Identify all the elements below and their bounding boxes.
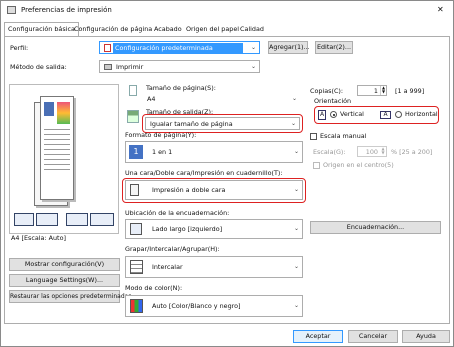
scale-input: 100 ▲ ▼ — [357, 146, 387, 157]
output-method-value: Imprimir — [116, 63, 144, 71]
page-layout-icon: 1 — [129, 145, 143, 159]
staple-select[interactable]: Intercalar ⌄ — [125, 256, 303, 278]
color-mode-value: Auto [Color/Blanco y negro] — [152, 302, 241, 310]
chevron-down-icon: ⌄ — [291, 95, 297, 102]
title-bar: Preferencias de impresión ✕ — [1, 1, 453, 21]
profile-value: Configuración predeterminada — [115, 44, 213, 52]
page-layout-select[interactable]: 1 1 en 1 ⌄ — [125, 141, 303, 163]
help-button[interactable]: Ayuda — [402, 330, 450, 343]
page-size-icon — [129, 85, 137, 96]
tab-bar: Configuración básica Configuración de pá… — [4, 22, 450, 37]
staple-value: Intercalar — [152, 263, 183, 271]
printer-output-icon — [104, 64, 112, 70]
duplex-label: Una cara/Doble cara/Impresión en cuadern… — [125, 169, 283, 177]
spinner-arrows-icon[interactable]: ▲ ▼ — [380, 86, 386, 95]
profile-label: Perfil: — [10, 44, 29, 52]
page-layout-label: Formato de página(Y): — [125, 131, 197, 139]
scale-value: 100 — [365, 148, 378, 156]
center-origin-label: Origen en el centro(5) — [323, 161, 394, 169]
add-profile-button[interactable]: Agregar(1)... — [268, 41, 310, 54]
chevron-down-icon: ⌄ — [293, 302, 299, 309]
layout-booklet-icon[interactable] — [66, 213, 88, 226]
page-layout-value: 1 en 1 — [152, 148, 173, 156]
ok-button[interactable]: Aceptar — [293, 330, 343, 343]
copies-range: [1 a 999] — [395, 87, 425, 95]
tab-paper-source[interactable]: Origen del papel — [182, 22, 243, 36]
orientation-label: Orientación — [314, 97, 352, 105]
preview-image-block — [44, 102, 54, 116]
preview-image-block — [57, 102, 70, 124]
center-origin-checkbox — [313, 162, 320, 169]
scale-range: % [25 a 200] — [391, 148, 433, 156]
layout-portrait-icon[interactable] — [14, 213, 34, 226]
close-icon[interactable]: ✕ — [437, 5, 444, 15]
chevron-down-icon: ⌄ — [293, 148, 299, 155]
page-size-select[interactable]: A4 ⌄ — [145, 93, 300, 106]
output-method-select[interactable]: Imprimir ⌄ — [99, 60, 260, 73]
profile-icon — [104, 44, 111, 52]
color-mode-select[interactable]: Auto [Color/Blanco y negro] ⌄ — [125, 295, 303, 317]
layout-bound-icon[interactable] — [90, 213, 114, 226]
chevron-down-icon: ⌄ — [250, 63, 256, 70]
collate-icon — [130, 260, 143, 274]
profile-select[interactable]: Configuración predeterminada ⌄ — [99, 41, 260, 54]
edit-profile-button[interactable]: Editar(2)... — [315, 41, 353, 54]
page-preview-sheet-back — [40, 96, 74, 200]
binding-select[interactable]: Lado largo [izquierdo] ⌄ — [125, 219, 303, 239]
staple-label: Grapar/Intercalar/Agrupar(H): — [125, 245, 220, 253]
binding-button[interactable]: Encuadernación... — [310, 221, 441, 234]
tab-finishing[interactable]: Acabado — [150, 22, 186, 36]
color-mode-label: Modo de color(N): — [125, 284, 183, 292]
spinner-arrows-icon: ▲ ▼ — [381, 146, 385, 155]
copies-value: 1 — [373, 87, 378, 95]
preview-caption: A4 [Escala: Auto] — [11, 234, 66, 242]
preview-layout-icons — [12, 213, 116, 227]
language-settings-button[interactable]: Language Settings(W)... — [9, 274, 120, 287]
duplex-highlight — [122, 178, 306, 203]
tab-basic-settings[interactable]: Configuración básica — [4, 22, 79, 37]
chevron-down-icon: ⌄ — [293, 225, 299, 232]
copies-label: Copias(C): — [310, 87, 344, 95]
binding-icon — [130, 223, 142, 235]
window-title: Preferencias de impresión — [21, 6, 112, 14]
tab-quality[interactable]: Calidad — [236, 22, 268, 36]
output-size-icon — [127, 110, 139, 123]
chevron-down-icon: ⌄ — [293, 263, 299, 270]
chevron-down-icon: ⌄ — [250, 44, 256, 51]
restore-defaults-button[interactable]: Restaurar las opciones predeterminadas — [9, 290, 131, 303]
printer-icon — [7, 6, 16, 14]
layout-landscape-icon[interactable] — [36, 213, 58, 226]
preview-text-lines — [44, 129, 70, 173]
cancel-button[interactable]: Cancelar — [348, 330, 398, 343]
manual-scaling-label: Escala manual — [320, 132, 367, 140]
show-settings-button[interactable]: Mostrar configuración(V) — [9, 258, 120, 271]
manual-scaling-checkbox[interactable] — [310, 133, 317, 140]
tab-page-setup[interactable]: Configuración de página — [70, 22, 156, 36]
copies-input[interactable]: 1 ▲ ▼ — [357, 85, 387, 96]
page-size-value: A4 — [147, 95, 156, 103]
scale-label: Escala(G): — [313, 148, 346, 156]
binding-value: Lado largo [izquierdo] — [152, 225, 223, 233]
orientation-highlight — [314, 106, 439, 124]
binding-label: Ubicación de la encuadernación: — [125, 209, 230, 217]
output-method-label: Método de salida: — [10, 63, 67, 71]
color-mode-icon — [130, 299, 143, 313]
page-size-label: Tamaño de página(S): — [146, 84, 216, 92]
